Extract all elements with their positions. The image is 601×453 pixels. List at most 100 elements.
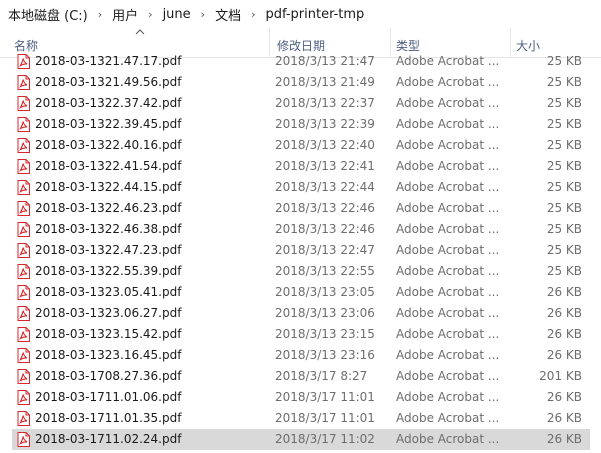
breadcrumb-item-users[interactable]: 用户 (108, 5, 142, 24)
file-type: Adobe Acrobat ... (396, 264, 500, 278)
breadcrumb-item-user[interactable]: june (159, 7, 195, 22)
pdf-file-icon (16, 411, 31, 426)
file-type: Adobe Acrobat ... (396, 306, 500, 320)
pdf-file-icon (16, 159, 31, 174)
pdf-file-icon (16, 201, 31, 216)
file-size: 26 KB (546, 411, 582, 425)
file-type: Adobe Acrobat ... (396, 54, 500, 68)
file-name: 2018-03-1321.47.17.pdf (35, 54, 182, 68)
file-size: 26 KB (546, 432, 582, 446)
file-size: 25 KB (546, 138, 582, 152)
file-size: 26 KB (546, 390, 582, 404)
breadcrumb: 本地磁盘 (C:) › 用户 › june › 文档 › pdf-printer… (0, 0, 601, 28)
pdf-file-icon (16, 75, 31, 90)
file-type: Adobe Acrobat ... (396, 96, 500, 110)
file-size: 25 KB (546, 264, 582, 278)
table-row[interactable]: 2018-03-1711.01.35.pdf 2018/3/17 11:01 Ado… (12, 408, 590, 429)
file-name: 2018-03-1322.47.23.pdf (35, 243, 182, 257)
pdf-file-icon (16, 285, 31, 300)
file-modified-date: 2018/3/13 22:40 (275, 138, 375, 152)
table-row[interactable]: 2018-03-1323.05.41.pdf 2018/3/13 23:05 Ado… (12, 282, 590, 303)
table-row[interactable]: 2018-03-1322.40.16.pdf 2018/3/13 22:40 Ado… (12, 135, 590, 156)
file-modified-date: 2018/3/13 21:47 (275, 54, 375, 68)
pdf-file-icon (16, 54, 31, 69)
file-size: 26 KB (546, 348, 582, 362)
breadcrumb-item-current-folder[interactable]: pdf-printer-tmp (261, 7, 368, 22)
file-name: 2018-03-1323.15.42.pdf (35, 327, 182, 341)
file-size: 25 KB (546, 96, 582, 110)
file-size: 26 KB (546, 285, 582, 299)
file-modified-date: 2018/3/17 11:02 (275, 432, 375, 446)
table-row[interactable]: 2018-03-1711.02.24.pdf 2018/3/17 11:02 Ado… (12, 429, 590, 450)
file-size: 25 KB (546, 201, 582, 215)
file-size: 25 KB (546, 180, 582, 194)
table-row[interactable]: 2018-03-1323.15.42.pdf 2018/3/13 23:15 Ado… (12, 324, 590, 345)
table-row[interactable]: 2018-03-1708.27.36.pdf 2018/3/17 8:27 Adob… (12, 366, 590, 387)
file-type: Adobe Acrobat ... (396, 117, 500, 131)
file-explorer-window: 本地磁盘 (C:) › 用户 › june › 文档 › pdf-printer… (0, 0, 601, 453)
file-size: 25 KB (546, 159, 582, 173)
file-modified-date: 2018/3/13 22:46 (275, 201, 375, 215)
pdf-file-icon (16, 96, 31, 111)
file-name: 2018-03-1322.55.39.pdf (35, 264, 182, 278)
chevron-right-icon[interactable]: › (245, 8, 261, 21)
pdf-file-icon (16, 138, 31, 153)
pdf-file-icon (16, 180, 31, 195)
file-modified-date: 2018/3/13 23:15 (275, 327, 375, 341)
file-modified-date: 2018/3/13 22:44 (275, 180, 375, 194)
file-size: 25 KB (546, 222, 582, 236)
file-size: 25 KB (546, 54, 582, 68)
table-row[interactable]: 2018-03-1321.49.56.pdf 2018/3/13 21:49 Ado… (12, 72, 590, 93)
table-row[interactable]: 2018-03-1321.47.17.pdf 2018/3/13 21:47 Ado… (12, 51, 590, 72)
breadcrumb-item-documents[interactable]: 文档 (211, 5, 245, 24)
file-type: Adobe Acrobat ... (396, 222, 500, 236)
table-row[interactable]: 2018-03-1323.06.27.pdf 2018/3/13 23:06 Ado… (12, 303, 590, 324)
table-row[interactable]: 2018-03-1322.47.23.pdf 2018/3/13 22:47 Ado… (12, 240, 590, 261)
file-name: 2018-03-1322.40.16.pdf (35, 138, 182, 152)
file-modified-date: 2018/3/13 23:06 (275, 306, 375, 320)
table-row[interactable]: 2018-03-1322.55.39.pdf 2018/3/13 22:55 Ado… (12, 261, 590, 282)
file-modified-date: 2018/3/13 22:39 (275, 117, 375, 131)
file-type: Adobe Acrobat ... (396, 327, 500, 341)
table-row[interactable]: 2018-03-1323.16.45.pdf 2018/3/13 23:16 Ado… (12, 345, 590, 366)
file-modified-date: 2018/3/13 22:37 (275, 96, 375, 110)
file-type: Adobe Acrobat ... (396, 432, 500, 446)
file-size: 26 KB (546, 327, 582, 341)
file-modified-date: 2018/3/13 22:46 (275, 222, 375, 236)
file-size: 25 KB (546, 243, 582, 257)
table-row[interactable]: 2018-03-1711.01.06.pdf 2018/3/17 11:01 Ado… (12, 387, 590, 408)
file-size: 26 KB (546, 306, 582, 320)
breadcrumb-item-drive[interactable]: 本地磁盘 (C:) (4, 5, 92, 24)
chevron-right-icon[interactable]: › (92, 8, 108, 21)
file-type: Adobe Acrobat ... (396, 75, 500, 89)
file-type: Adobe Acrobat ... (396, 348, 500, 362)
table-row[interactable]: 2018-03-1322.44.15.pdf 2018/3/13 22:44 Ado… (12, 177, 590, 198)
file-list: 2018-03-1321.47.17.pdf 2018/3/13 21:47 Ado… (0, 51, 601, 453)
table-row[interactable]: 2018-03-1322.41.54.pdf 2018/3/13 22:41 Ado… (12, 156, 590, 177)
table-row[interactable]: 2018-03-1322.39.45.pdf 2018/3/13 22:39 Ado… (12, 114, 590, 135)
file-name: 2018-03-1711.02.24.pdf (35, 432, 182, 446)
pdf-file-icon (16, 222, 31, 237)
table-row[interactable]: 2018-03-1322.46.38.pdf 2018/3/13 22:46 Ado… (12, 219, 590, 240)
pdf-file-icon (16, 264, 31, 279)
pdf-file-icon (16, 369, 31, 384)
file-size: 25 KB (546, 75, 582, 89)
file-type: Adobe Acrobat ... (396, 411, 500, 425)
file-name: 2018-03-1322.37.42.pdf (35, 96, 182, 110)
file-type: Adobe Acrobat ... (396, 201, 500, 215)
file-name: 2018-03-1323.16.45.pdf (35, 348, 182, 362)
table-row[interactable]: 2018-03-1322.46.23.pdf 2018/3/13 22:46 Ado… (12, 198, 590, 219)
pdf-file-icon (16, 348, 31, 363)
file-name: 2018-03-1322.46.38.pdf (35, 222, 182, 236)
chevron-right-icon[interactable]: › (195, 8, 211, 21)
file-modified-date: 2018/3/13 22:55 (275, 264, 375, 278)
table-row[interactable]: 2018-03-1322.37.42.pdf 2018/3/13 22:37 Ado… (12, 93, 590, 114)
sort-ascending-icon (135, 27, 145, 38)
file-type: Adobe Acrobat ... (396, 138, 500, 152)
file-name: 2018-03-1322.41.54.pdf (35, 159, 182, 173)
file-modified-date: 2018/3/17 11:01 (275, 411, 375, 425)
file-size: 201 KB (539, 369, 582, 383)
file-size: 25 KB (546, 117, 582, 131)
chevron-right-icon[interactable]: › (142, 8, 158, 21)
file-name: 2018-03-1323.06.27.pdf (35, 306, 182, 320)
